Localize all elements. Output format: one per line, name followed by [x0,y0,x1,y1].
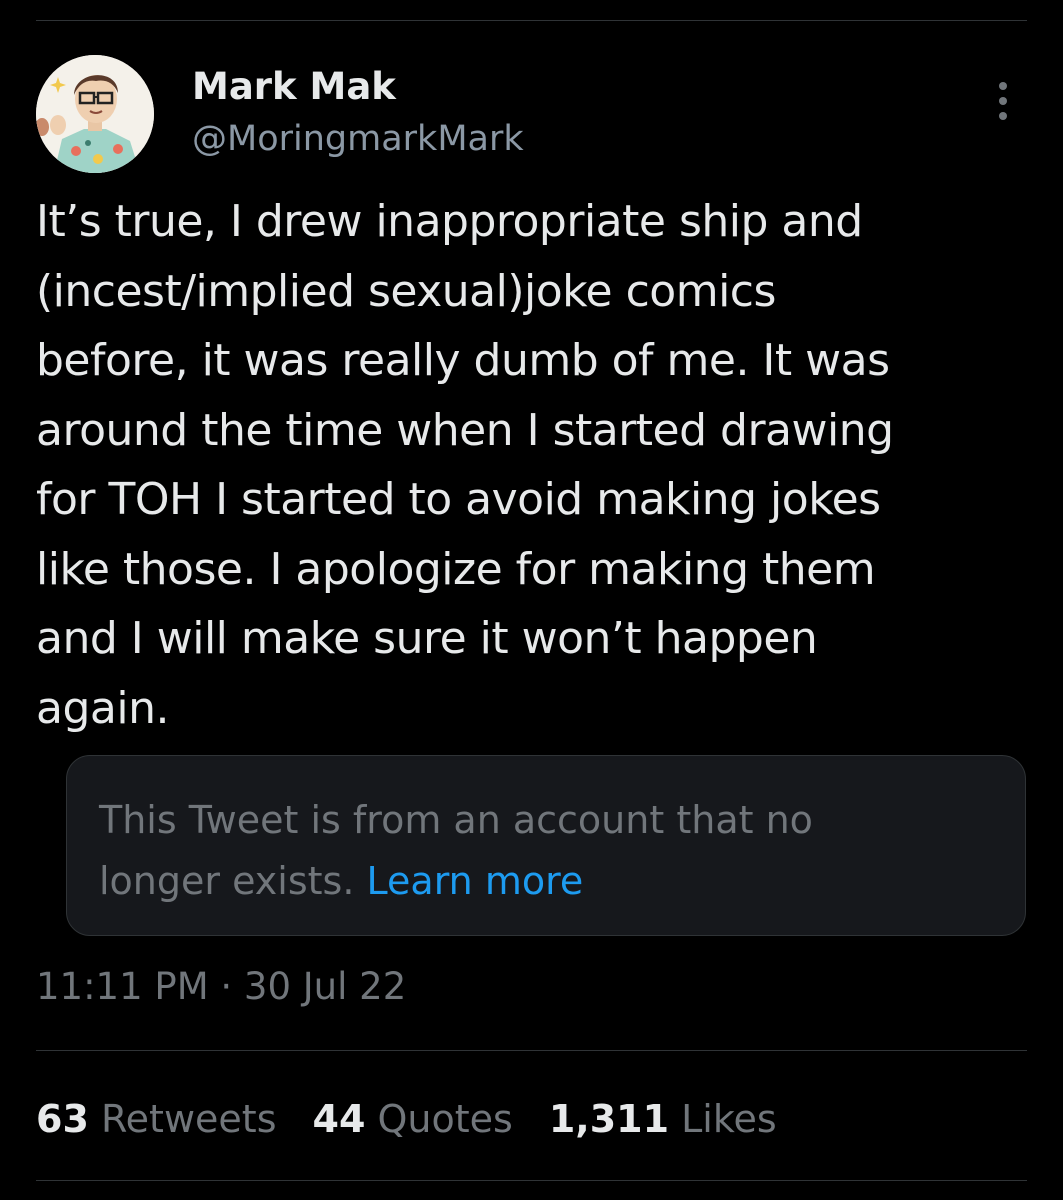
notice-line-text: longer exists. [99,859,355,903]
retweets-count: 63 [36,1097,89,1141]
retweets-stat[interactable]: 63 Retweets [36,1093,277,1145]
tweet-text-line: like those. I apologize for making them [36,543,876,595]
likes-label: Likes [681,1097,777,1141]
learn-more-link[interactable]: Learn more [367,859,584,903]
more-vertical-icon [999,82,1007,120]
cartoon-avatar-icon [36,55,154,173]
tweet-stats: 63 Retweets 44 Quotes 1,311 Likes [36,1093,813,1145]
author-names: Mark Mak @MoringmarkMark [192,63,524,163]
quotes-count: 44 [312,1097,366,1141]
tweet-text-line: before, it was really dumb of me. It was [36,335,890,386]
tweet-timestamp[interactable]: 11:11 PM · 30 Jul 22 [36,962,406,1012]
tweet-text: It’s true, I drew inappropriate ship and… [36,187,1021,743]
quotes-label: Quotes [377,1097,513,1141]
author-handle[interactable]: @MoringmarkMark [192,115,524,163]
tweet-text-line: (incest/implied sexual)joke comics [36,265,776,317]
notice-line: This Tweet is from an account that no [99,798,813,842]
tweet-header: Mark Mak @MoringmarkMark [36,55,1027,185]
unavailable-quote-notice: This Tweet is from an account that no lo… [66,755,1026,936]
stats-divider [36,1050,1027,1051]
tweet-text-line: for TOH I started to avoid making jokes [36,474,881,525]
notice-line: longer exists. Learn more [99,851,813,912]
tweet-text-line: again. [36,682,169,734]
tweet-text-line: and I will make sure it won’t happen [36,613,818,664]
tweet-text-line: It’s true, I drew inappropriate ship and [36,196,863,247]
tweet-text-line: around the time when I started drawing [36,404,894,456]
more-options-button[interactable] [979,77,1027,125]
top-divider [36,20,1027,21]
likes-count: 1,311 [548,1097,670,1141]
avatar[interactable] [36,55,154,173]
retweets-label: Retweets [100,1097,277,1141]
likes-stat[interactable]: 1,311 Likes [549,1093,777,1145]
quotes-stat[interactable]: 44 Quotes [313,1093,513,1145]
author-display-name[interactable]: Mark Mak [192,63,524,111]
bottom-divider [36,1180,1027,1181]
notice-text: This Tweet is from an account that no lo… [99,790,813,912]
